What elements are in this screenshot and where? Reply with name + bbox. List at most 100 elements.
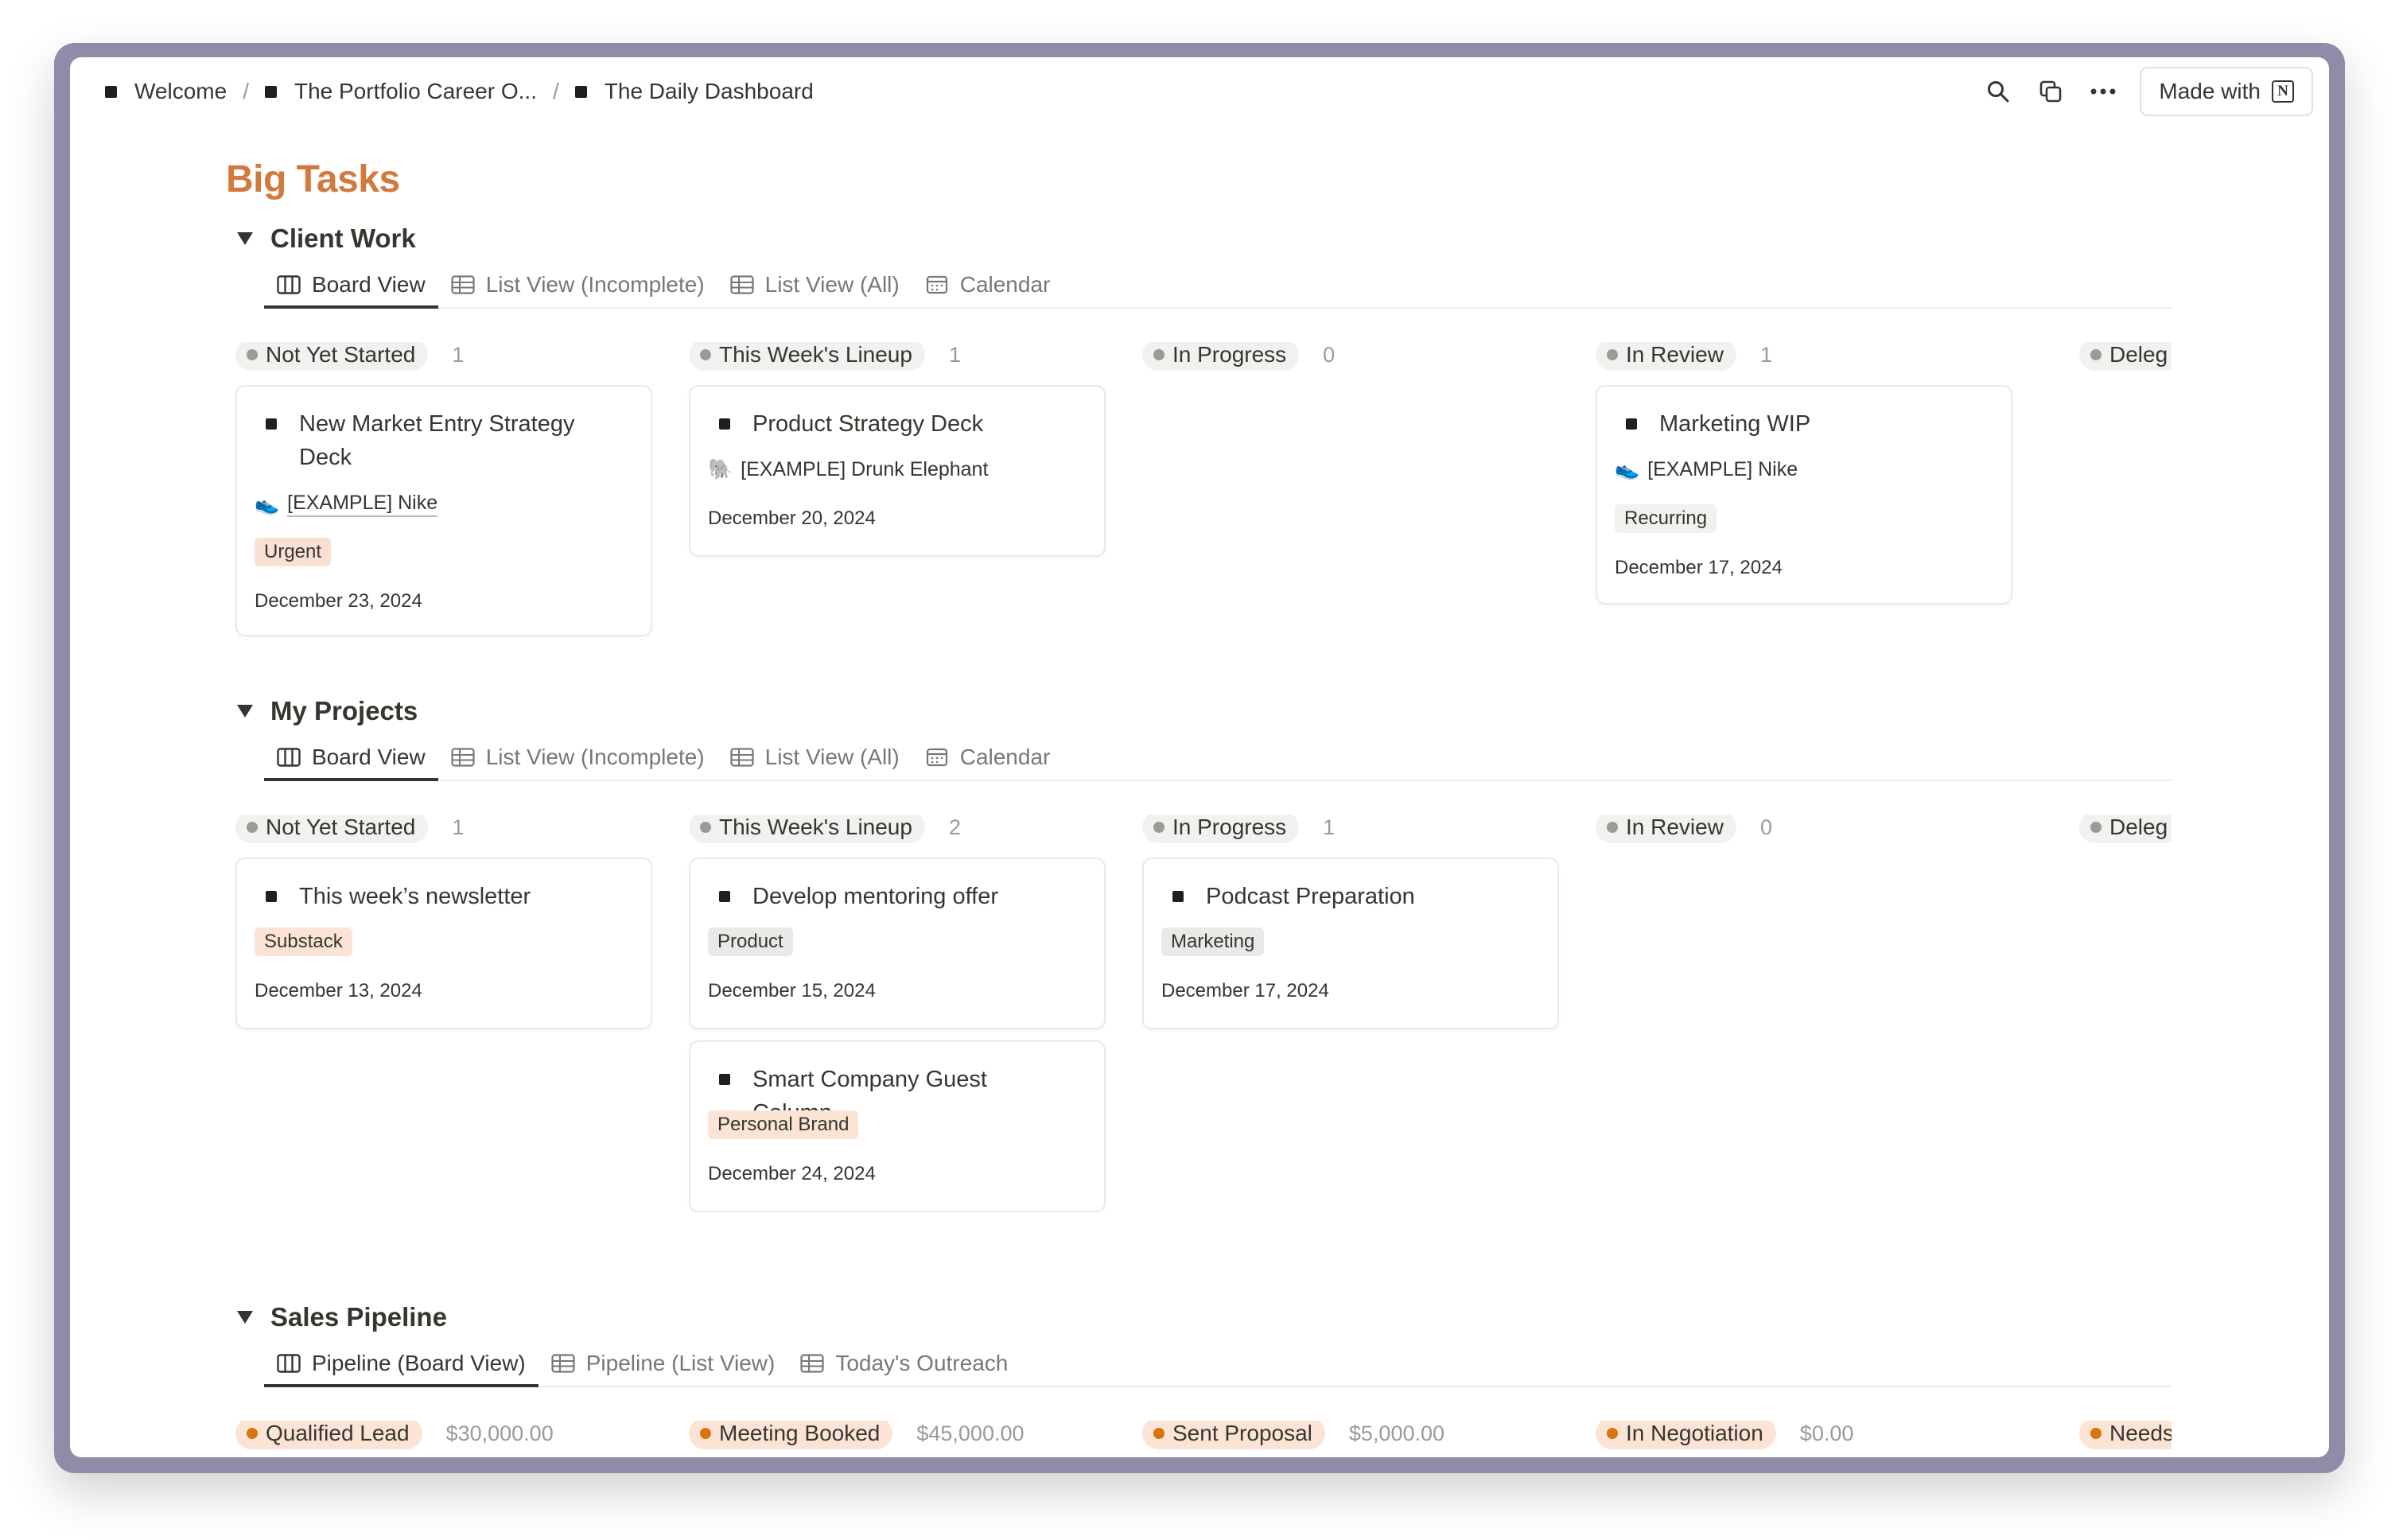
column-count: 0 <box>1323 342 1336 367</box>
tab-label: List View (All) <box>764 272 900 297</box>
breadcrumb-item-portfolio[interactable]: The Portfolio Career O... <box>264 79 537 104</box>
section-header[interactable]: Client Work <box>226 220 416 258</box>
breadcrumb-label: Welcome <box>134 79 227 103</box>
status-label: Sent Proposal <box>1172 1421 1312 1445</box>
toggle-down-icon[interactable] <box>237 1311 253 1324</box>
task-card[interactable]: New Market Entry Strategy Deck 👟 [EXAMPLE… <box>235 385 652 636</box>
section-title: Sales Pipeline <box>270 1302 447 1332</box>
breadcrumb-item-dashboard[interactable]: The Daily Dashboard <box>574 79 814 104</box>
card-relation[interactable]: 👟 [EXAMPLE] Nike <box>255 492 438 517</box>
tab-pipeline-board[interactable]: Pipeline (Board View) <box>264 1341 539 1387</box>
board-column-clipped: Deleg <box>2079 815 2172 850</box>
toggle-down-icon[interactable] <box>237 705 253 718</box>
status-label: Qualified Lead <box>266 1421 410 1445</box>
column-header[interactable]: Not Yet Started 1 <box>235 342 464 371</box>
tab-label: List View (All) <box>764 745 900 769</box>
breadcrumb-separator: / <box>243 79 249 103</box>
column-header[interactable]: This Week's Lineup 1 <box>689 342 961 371</box>
tab-calendar[interactable]: Calendar <box>912 735 1063 780</box>
status-pill: Meeting Booked <box>689 1421 893 1449</box>
made-with-button[interactable]: Made with N <box>2140 67 2313 116</box>
card-title: Marketing WIP <box>1626 407 1976 441</box>
tab-todays-outreach[interactable]: Today's Outreach <box>787 1341 1021 1386</box>
status-dot <box>2090 1428 2102 1439</box>
status-label: This Week's Lineup <box>719 815 912 839</box>
board-icon <box>277 275 301 294</box>
column-header[interactable]: Meeting Booked $45,000.00 <box>689 1421 1025 1449</box>
calendar-icon <box>926 748 947 767</box>
more-icon[interactable] <box>2087 76 2119 107</box>
card-title: This week’s newsletter <box>266 880 616 913</box>
status-pill[interactable]: Deleg <box>2079 815 2172 843</box>
tab-list-all[interactable]: List View (All) <box>717 262 912 307</box>
task-card[interactable]: Podcast Preparation Marketing December 1… <box>1142 858 1559 1029</box>
status-dot <box>700 349 711 360</box>
calendar-icon <box>926 275 947 294</box>
card-tag: Substack <box>255 928 352 956</box>
status-dot <box>247 1428 258 1439</box>
card-date: December 15, 2024 <box>708 980 876 1001</box>
column-header[interactable]: Qualified Lead $30,000.00 <box>235 1421 554 1449</box>
column-count: 1 <box>1323 815 1336 839</box>
search-icon[interactable] <box>1982 76 2014 107</box>
section-header[interactable]: Sales Pipeline <box>226 1298 447 1336</box>
tab-label: List View (Incomplete) <box>485 745 705 769</box>
duplicate-icon[interactable] <box>2035 76 2067 107</box>
column-header[interactable]: In Review 0 <box>1596 815 1772 843</box>
card-relation[interactable]: 👟 [EXAMPLE] Nike <box>1615 458 1798 481</box>
table-icon <box>551 1354 575 1373</box>
view-tabs: Board View List View (Incomplete) List V… <box>264 262 2172 309</box>
tab-calendar[interactable]: Calendar <box>912 262 1063 307</box>
column-header[interactable]: Sent Proposal $5,000.00 <box>1142 1421 1444 1449</box>
tab-list-incomplete[interactable]: List View (Incomplete) <box>438 262 717 307</box>
status-pill: Qualified Lead <box>235 1421 422 1449</box>
breadcrumb-label: The Daily Dashboard <box>604 79 814 103</box>
column-header[interactable]: In Review 1 <box>1596 342 1772 371</box>
breadcrumb-item-welcome[interactable]: Welcome <box>105 79 227 104</box>
column-header[interactable]: In Progress 1 <box>1142 815 1335 843</box>
card-title-text: This week’s newsletter <box>299 884 531 909</box>
status-dot <box>1153 822 1165 833</box>
card-date: December 20, 2024 <box>708 508 876 529</box>
card-title-text: Marketing WIP <box>1659 411 1811 437</box>
status-pill: Not Yet Started <box>235 815 429 843</box>
tab-pipeline-list[interactable]: Pipeline (List View) <box>539 1341 788 1386</box>
column-header[interactable]: In Negotiation $0.00 <box>1596 1421 1853 1449</box>
status-pill: In Review <box>1596 815 1736 843</box>
card-tag: Marketing <box>1161 928 1265 956</box>
tab-label: Pipeline (Board View) <box>312 1351 526 1375</box>
page-icon <box>719 1074 730 1085</box>
board-column-clipped: Deleg <box>2079 342 2172 377</box>
card-title: Product Strategy Deck <box>719 407 1069 441</box>
relation-label: [EXAMPLE] Drunk Elephant <box>741 458 989 480</box>
card-relation[interactable]: 🐘 [EXAMPLE] Drunk Elephant <box>708 458 988 481</box>
column-header[interactable]: This Week's Lineup 2 <box>689 815 961 843</box>
table-icon <box>451 275 475 294</box>
column-header[interactable]: In Progress 0 <box>1142 342 1335 371</box>
task-card[interactable]: This week’s newsletter Substack December… <box>235 858 652 1029</box>
task-card[interactable]: Develop mentoring offer Product December… <box>689 858 1106 1029</box>
card-tag: Personal Brand <box>708 1110 859 1139</box>
section-title: My Projects <box>270 696 418 725</box>
task-card[interactable]: Marketing WIP 👟 [EXAMPLE] Nike Recurring … <box>1596 385 2012 605</box>
column-header[interactable]: Not Yet Started 1 <box>235 815 464 843</box>
section-header[interactable]: My Projects <box>226 692 418 730</box>
toggle-down-icon[interactable] <box>237 232 253 245</box>
task-card[interactable]: Smart Company Guest Column Personal Bran… <box>689 1040 1106 1212</box>
tab-label: Board View <box>312 272 426 297</box>
breadcrumb-label: The Portfolio Career O... <box>294 79 537 103</box>
tab-board-view[interactable]: Board View <box>264 262 438 309</box>
card-date: December 24, 2024 <box>708 1163 876 1184</box>
view-tabs: Pipeline (Board View) Pipeline (List Vie… <box>264 1341 2172 1387</box>
tab-label: Calendar <box>959 745 1051 769</box>
breadcrumb-separator: / <box>552 79 559 103</box>
tab-board-view[interactable]: Board View <box>264 735 438 781</box>
task-card[interactable]: Product Strategy Deck 🐘 [EXAMPLE] Drunk E… <box>689 385 1106 557</box>
tab-list-all[interactable]: List View (All) <box>717 735 912 780</box>
status-label: This Week's Lineup <box>719 342 912 367</box>
status-pill[interactable]: Deleg <box>2079 342 2172 371</box>
status-pill[interactable]: Needs <box>2079 1421 2172 1449</box>
card-date: December 23, 2024 <box>255 590 422 612</box>
tab-list-incomplete[interactable]: List View (Incomplete) <box>438 735 717 780</box>
column-count: 1 <box>452 815 465 839</box>
